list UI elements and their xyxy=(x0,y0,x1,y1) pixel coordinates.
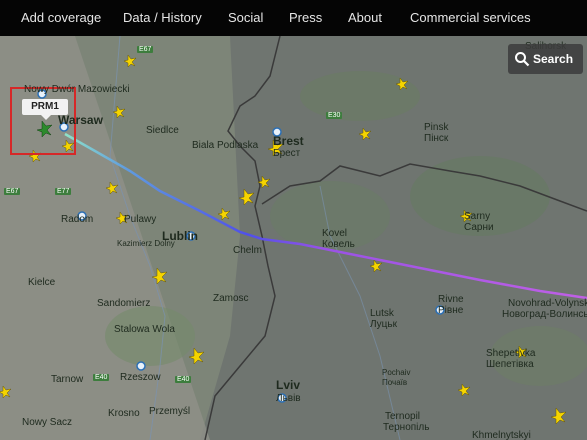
city-label: Warsaw xyxy=(58,113,103,127)
road-shield: E67 xyxy=(4,188,21,195)
road-shield: E67 xyxy=(137,46,154,53)
city-label: Ternopil xyxy=(385,411,421,422)
city-label: Lutsk xyxy=(370,308,394,319)
city-label: Novohrad-Volynskyi xyxy=(508,298,587,309)
city-label: Nowy Dwór Mazowiecki xyxy=(24,84,130,95)
nav-commercial-services[interactable]: Commercial services xyxy=(410,10,531,25)
search-icon xyxy=(515,52,530,67)
city-label: Khmelnytskyi xyxy=(472,430,531,440)
road-shield: E30 xyxy=(326,112,343,119)
city-label: Львів xyxy=(276,393,301,404)
city-label: Rzeszow xyxy=(120,372,161,383)
city-label: Tarnow xyxy=(51,374,84,385)
nav-press[interactable]: Press xyxy=(289,10,322,25)
city-label: Siedlce xyxy=(146,125,179,136)
city-label: Sarny xyxy=(464,211,491,222)
city-label: Pulawy xyxy=(124,214,157,225)
city-label: Brest xyxy=(273,134,304,148)
city-label: Lviv xyxy=(276,378,301,392)
nav-about[interactable]: About xyxy=(348,10,382,25)
road-shield: E40 xyxy=(175,376,192,383)
city-label: Брест xyxy=(273,148,301,159)
city-label: Chelm xyxy=(233,245,262,256)
top-navigation: Add coverage Data / History Social Press… xyxy=(0,0,587,36)
city-label: Kovel xyxy=(322,228,348,239)
city-label: Lublin xyxy=(162,229,198,243)
airport-pin-icon xyxy=(136,361,146,371)
city-label: Stalowa Wola xyxy=(114,324,175,335)
city-label: Шепетівка xyxy=(486,359,534,370)
search-label: Search xyxy=(533,52,574,66)
city-label: Zamosc xyxy=(213,293,249,304)
city-label: Ковель xyxy=(322,239,355,250)
city-label: Biala Podlaska xyxy=(192,140,259,151)
city-label: Луцьк xyxy=(370,319,397,330)
city-label: Krosno xyxy=(108,408,140,419)
city-label: Сарни xyxy=(464,222,494,233)
map-search-button[interactable]: Search xyxy=(508,44,583,74)
city-label: Rivne xyxy=(438,294,464,305)
road-shield: E40 xyxy=(93,374,110,381)
city-label: Przemyśl xyxy=(149,406,191,417)
nav-social[interactable]: Social xyxy=(228,10,263,25)
city-label: Nowy Sacz xyxy=(22,417,73,428)
city-label: Radom xyxy=(61,214,94,225)
nav-add-coverage[interactable]: Add coverage xyxy=(21,10,101,25)
city-label: Shepetivka xyxy=(486,348,536,359)
city-label: Новоград-Волинсь xyxy=(502,309,587,320)
city-label: Kielce xyxy=(28,277,56,288)
city-label: Пінск xyxy=(424,133,449,144)
flight-map[interactable]: PRM1 Nowy Dwór Mazowiecki Warsaw Siedlce… xyxy=(0,36,587,440)
city-label: Рівне xyxy=(438,305,464,316)
city-label: Почаїв xyxy=(382,378,408,387)
city-label: Тернопіль xyxy=(383,422,430,433)
city-label: Pinsk xyxy=(424,122,449,133)
road-shield: E77 xyxy=(55,188,72,195)
nav-data-history[interactable]: Data / History xyxy=(123,10,202,25)
city-label: Sandomierz xyxy=(97,298,151,309)
